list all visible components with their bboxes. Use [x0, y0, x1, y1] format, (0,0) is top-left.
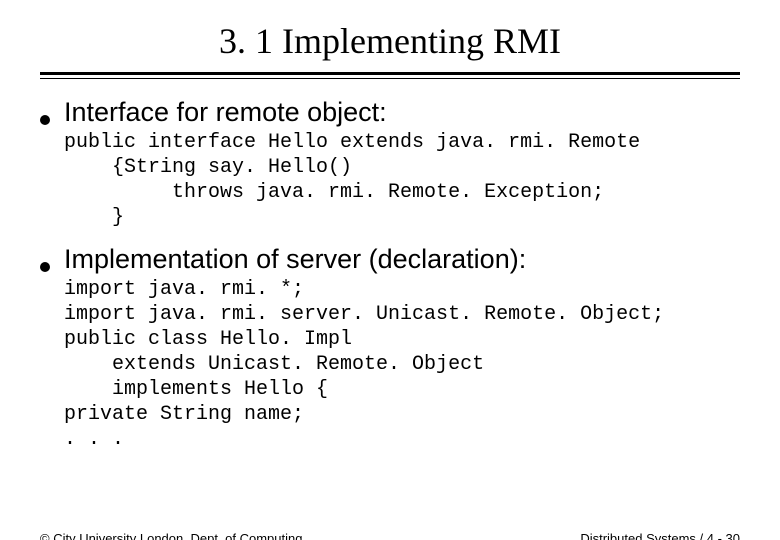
code-block: public interface Hello extends java. rmi… [64, 130, 740, 230]
bullet-icon [40, 262, 50, 272]
bullet-text: Implementation of server (declaration): [64, 244, 526, 275]
slide-content: Interface for remote object: public inte… [40, 97, 740, 452]
bullet-row: Interface for remote object: [40, 97, 740, 128]
code-block: import java. rmi. *; import java. rmi. s… [64, 277, 740, 452]
slide: 3. 1 Implementing RMI Interface for remo… [0, 20, 780, 540]
footer: © City University London, Dept. of Compu… [0, 531, 780, 540]
bullet-row: Implementation of server (declaration): [40, 244, 740, 275]
footer-left: © City University London, Dept. of Compu… [40, 531, 302, 540]
bullet-text: Interface for remote object: [64, 97, 387, 128]
title-rule [40, 72, 740, 79]
slide-title: 3. 1 Implementing RMI [0, 20, 780, 62]
footer-right: Distributed Systems / 4 - 30 [580, 531, 740, 540]
bullet-icon [40, 115, 50, 125]
